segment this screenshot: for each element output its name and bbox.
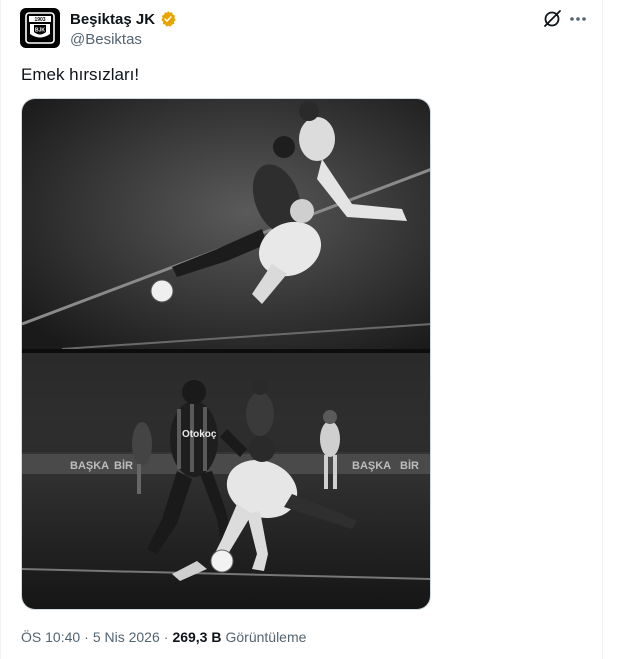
tweet-time[interactable]: ÖS 10:40 [21, 629, 80, 645]
ad-board-4: BİR [400, 459, 419, 472]
verified-badge-icon [161, 11, 176, 27]
tweet-date[interactable]: 5 Nis 2026 [93, 629, 160, 645]
ad-board-2: BİR [114, 459, 133, 472]
ad-board-1: BAŞKA [70, 460, 109, 472]
meta-separator-2: · [163, 629, 169, 645]
avatar[interactable]: 1903 BJK [20, 8, 60, 48]
tweet-text: Emek hırsızları! [21, 65, 140, 84]
besiktas-crest-icon: 1903 BJK [25, 12, 55, 44]
crest-year: 1903 [34, 17, 45, 23]
views-count[interactable]: 269,3 B [172, 629, 221, 645]
sponsor-text: Otokoç [182, 429, 217, 440]
football-photo-collage: BAŞKA BİR BAŞKA BİR Otokoç [22, 99, 430, 609]
more-icon [570, 17, 586, 21]
tweet-photo[interactable]: BAŞKA BİR BAŞKA BİR Otokoç [21, 98, 431, 610]
crest-text: BJK [35, 28, 45, 34]
grok-button[interactable] [541, 8, 563, 30]
grok-icon [544, 10, 561, 27]
more-button[interactable] [567, 8, 589, 30]
author-handle[interactable]: @Besiktas [70, 31, 142, 48]
author-name[interactable]: Beşiktaş JK [70, 11, 155, 28]
views-label: Görüntüleme [225, 629, 307, 645]
tweet-meta: ÖS 10:40 · 5 Nis 2026 · 269,3 B Görüntül… [21, 629, 306, 645]
meta-separator: · [84, 629, 89, 645]
ad-board-3: BAŞKA [352, 460, 391, 472]
author-name-row: Beşiktaş JK [70, 10, 177, 28]
tweet-card: 1903 BJK Beşiktaş JK @Besiktas Emek hırs… [0, 0, 603, 659]
